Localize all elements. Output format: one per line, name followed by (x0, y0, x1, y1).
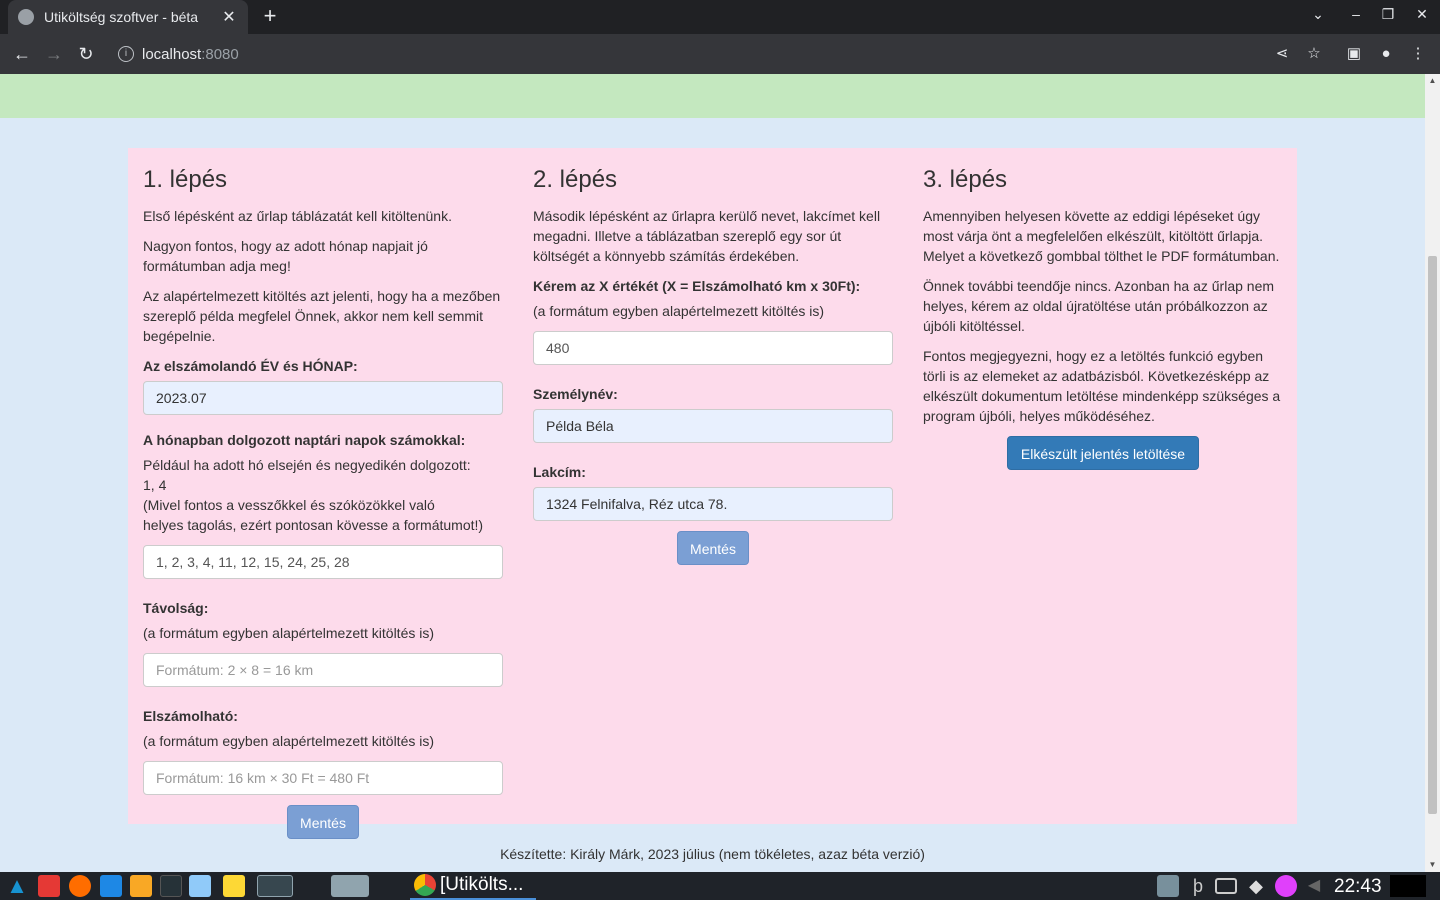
site-info-icon[interactable]: i (118, 46, 134, 62)
back-icon[interactable]: ← (10, 42, 34, 66)
days-hint: Például ha adott hó elsején és negyediké… (143, 455, 503, 535)
active-task-label: [Utikölts... (440, 874, 524, 895)
distance-hint: (a formátum egyben alapértelmezett kitöl… (143, 625, 435, 641)
step1-save-button[interactable]: Mentés (287, 805, 359, 839)
display-icon[interactable] (1215, 878, 1237, 894)
step1-intro: Első lépésként az űrlap táblázatát kell … (143, 208, 452, 224)
screenshot-task-icon[interactable] (257, 875, 293, 897)
days-hint-line: Például ha adott hó elsején és negyediké… (143, 457, 471, 473)
clock[interactable]: 22:43 (1334, 876, 1382, 898)
address-bar[interactable]: i localhost :8080 (112, 39, 1292, 69)
name-label: Személynév: (533, 386, 618, 402)
x-value-input[interactable]: 480 (533, 331, 893, 365)
billable-hint: (a formátum egyben alapértelmezett kitöl… (143, 733, 435, 749)
flame-app-icon[interactable] (1275, 875, 1297, 897)
step2-heading: 2. lépés (533, 166, 618, 193)
file-manager-icon[interactable] (38, 875, 60, 897)
active-browser-task[interactable]: [Utikölts... (410, 872, 536, 900)
tab-title: Utiköltség szoftver - béta (44, 9, 199, 25)
days-hint-line: (Mivel fontos a vesszőkkel és szóközökke… (143, 497, 435, 513)
page-viewport: 1. lépés Első lépésként az űrlap tábláza… (0, 74, 1440, 872)
phone-link-icon[interactable]: ϸ (1187, 875, 1209, 897)
side-panel-icon[interactable]: ▣ (1343, 43, 1365, 65)
step2-intro: Második lépésként az űrlapra kerülő neve… (533, 208, 881, 264)
window-switcher-icon[interactable] (1157, 875, 1179, 897)
tab-search-icon[interactable]: ⌄ (1308, 6, 1328, 23)
step1-heading: 1. lépés (143, 166, 228, 193)
step1-column: 1. lépés Első lépésként az űrlap tábláza… (143, 148, 503, 839)
address-label: Lakcím: (533, 464, 586, 480)
close-window-icon[interactable]: ✕ (1412, 6, 1432, 23)
steps-panel: 1. lépés Első lépésként az űrlap tábláza… (128, 148, 1297, 839)
new-tab-icon[interactable]: + (258, 4, 282, 28)
name-input[interactable]: Példa Béla (533, 409, 893, 443)
step3-column: 3. lépés Amennyiben helyesen követte az … (923, 148, 1283, 470)
scrollbar-thumb[interactable] (1428, 256, 1437, 814)
reload-icon[interactable]: ↻ (74, 42, 98, 66)
step3-intro: Amennyiben helyesen követte az eddigi lé… (923, 208, 1280, 264)
distance-input[interactable]: Formátum: 2 × 8 = 16 km (143, 653, 503, 687)
close-tab-icon[interactable]: ✕ (220, 7, 238, 27)
month-input[interactable]: 2023.07 (143, 381, 503, 415)
step3-warning: Fontos megjegyezni, hogy ez a letöltés f… (923, 348, 1281, 424)
header-bar (0, 74, 1425, 118)
url-host: localhost (142, 45, 202, 63)
chrome-icon (414, 874, 436, 896)
profile-icon[interactable]: ● (1375, 43, 1397, 65)
tab-bar: Utiköltség szoftver - béta ✕ + ⌄ – ❐ ✕ (0, 0, 1440, 34)
month-label: Az elszámolandó ÉV és HÓNAP: (143, 358, 358, 374)
text-editor-icon[interactable] (189, 875, 211, 897)
share-icon[interactable]: ⋖ (1271, 43, 1293, 65)
dropbox-icon[interactable]: ◆ (1245, 875, 1267, 897)
scroll-down-icon[interactable]: ▼ (1425, 860, 1440, 869)
minimize-icon[interactable]: – (1346, 6, 1366, 22)
step1-note: Nagyon fontos, hogy az adott hónap napja… (143, 238, 428, 274)
mail-icon[interactable] (130, 875, 152, 897)
browser-tab[interactable]: Utiköltség szoftver - béta ✕ (8, 0, 248, 34)
days-label: A hónapban dolgozott naptári napok számo… (143, 432, 466, 448)
step2-column: 2. lépés Második lépésként az űrlapra ke… (533, 148, 893, 565)
x-value-label: Kérem az X értékét (X = Elszámolható km … (533, 278, 861, 294)
bookmark-star-icon[interactable]: ☆ (1303, 43, 1325, 65)
days-input[interactable]: 1, 2, 3, 4, 11, 12, 15, 24, 25, 28 (143, 545, 503, 579)
url-port: :8080 (201, 45, 239, 63)
step2-save-button[interactable]: Mentés (677, 531, 749, 565)
page-footer: Készítette: Király Márk, 2023 július (ne… (500, 846, 925, 862)
step3-heading: 3. lépés (923, 166, 1008, 193)
step3-note: Önnek további teendője nincs. Azonban ha… (923, 278, 1275, 334)
notes-icon[interactable] (223, 875, 245, 897)
days-hint-line: helyes tagolás, ezért pontosan kövesse a… (143, 517, 484, 533)
forward-icon[interactable]: → (42, 42, 66, 66)
days-hint-line: 1, 4 (143, 477, 167, 493)
address-input[interactable]: 1324 Felnifalva, Réz utca 78. (533, 487, 893, 521)
browser-toolbar: ← → ↻ i localhost :8080 ⋖ ☆ ▣ ● ⋮ (0, 34, 1440, 74)
download-manager-icon[interactable] (100, 875, 122, 897)
restore-icon[interactable]: ❐ (1378, 6, 1398, 23)
terminal-icon[interactable] (160, 875, 182, 897)
billable-input[interactable]: Formátum: 16 km × 30 Ft = 480 Ft (143, 761, 503, 795)
cpu-monitor-icon (1390, 875, 1426, 897)
chrome-task-icon[interactable] (331, 875, 369, 897)
menu-icon[interactable]: ⋮ (1407, 43, 1429, 65)
billable-label: Elszámolható: (143, 708, 238, 724)
x-value-hint: (a formátum egyben alapértelmezett kitöl… (533, 303, 825, 319)
page-scrollbar[interactable]: ▲ ▼ (1425, 74, 1440, 872)
download-report-button[interactable]: Elkészült jelentés letöltése (1006, 436, 1200, 470)
scroll-up-icon[interactable]: ▲ (1425, 76, 1440, 85)
distance-label: Távolság: (143, 600, 209, 616)
globe-icon (18, 9, 34, 25)
os-taskbar: ▲ [Utikölts... ϸ ◆ ◀ 22:43 (0, 872, 1440, 900)
step1-default-note: Az alapértelmezett kitöltés azt jelenti,… (143, 288, 501, 344)
firefox-icon[interactable] (69, 875, 91, 897)
volume-icon[interactable]: ◀ (1303, 875, 1325, 897)
arch-menu-icon[interactable]: ▲ (6, 875, 28, 897)
